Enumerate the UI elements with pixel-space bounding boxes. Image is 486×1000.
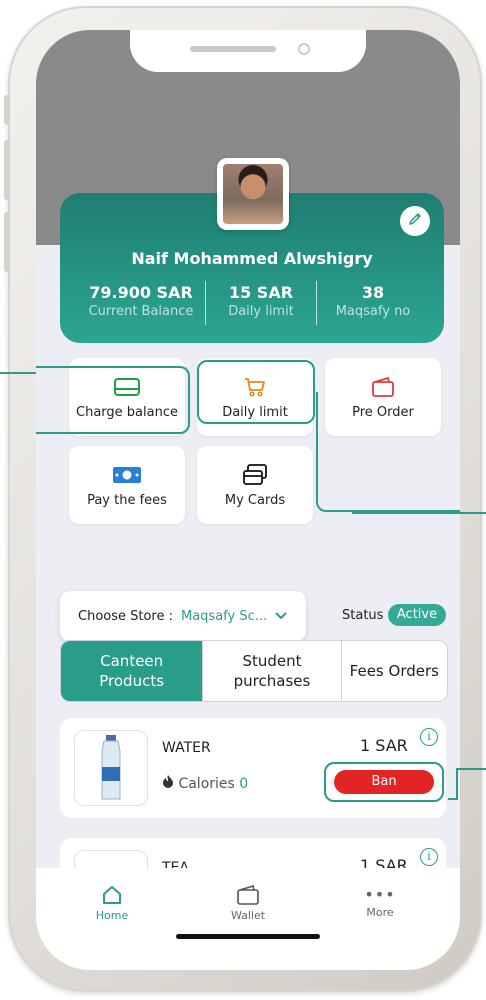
wallet-icon [208, 884, 288, 909]
product-card: WATER Calories 0 1 SAR i Ban [60, 718, 446, 818]
my-cards-button[interactable]: My Cards [197, 446, 313, 524]
phone-side-button [4, 212, 10, 272]
callout-highlight [324, 762, 444, 802]
speaker-grille [190, 46, 276, 52]
stat-label: Daily limit [228, 304, 294, 319]
camera-icon [298, 43, 310, 55]
nav-more[interactable]: ••• More [340, 884, 420, 919]
student-name: Naif Mohammed Alwshigry [131, 249, 373, 268]
tab-bar: Canteen Products Student purchases Fees … [60, 640, 448, 702]
callout-line [0, 372, 40, 374]
cards-icon [242, 463, 268, 487]
phone-side-button [4, 95, 10, 125]
stat-value: 79.900 SAR [89, 283, 193, 302]
store-label: Choose Store : [78, 608, 173, 624]
tile-label: Pay the fees [87, 492, 167, 508]
callout-line [352, 512, 486, 514]
phone-notch [130, 30, 366, 72]
stat-label: Current Balance [88, 304, 194, 319]
phone-side-button [4, 140, 10, 200]
product-price: 1 SAR [360, 736, 408, 755]
chevron-down-icon [275, 609, 287, 624]
callout-line [456, 768, 486, 770]
nav-label: Wallet [230, 909, 266, 922]
stat-value: 15 SAR [228, 283, 294, 302]
more-icon: ••• [364, 885, 396, 904]
tile-label: My Cards [224, 492, 286, 508]
pencil-icon [407, 211, 423, 231]
status-label: Status [342, 608, 384, 623]
callout-highlight [197, 360, 315, 424]
stat-current-balance: 79.900 SAR Current Balance [78, 283, 204, 319]
product-calories: Calories 0 [162, 774, 248, 792]
edit-button[interactable] [400, 206, 430, 236]
bottom-navigation: Home Wallet ••• More [36, 868, 460, 970]
avatar-photo [223, 164, 283, 224]
status-badge: Active [388, 604, 446, 626]
tab-canteen-products[interactable]: Canteen Products [61, 641, 203, 701]
store-selector[interactable]: Choose Store : Maqsafy Sc... [60, 591, 306, 641]
nav-label: Home [95, 909, 129, 922]
store-value: Maqsafy Sc... [181, 608, 268, 624]
callout-highlight [36, 366, 190, 434]
tab-student-purchases[interactable]: Student purchases [202, 641, 340, 701]
stat-label: Maqsafy no [335, 304, 411, 319]
app-screen: Naif Mohammed Alwshigry 79.900 SAR Curre… [36, 30, 460, 970]
product-image [74, 730, 148, 806]
tab-fees-orders[interactable]: Fees Orders [340, 641, 447, 701]
nav-label: More [366, 906, 394, 919]
avatar[interactable] [217, 158, 289, 230]
calories-value: 0 [239, 776, 249, 792]
home-indicator[interactable] [176, 934, 320, 939]
info-icon[interactable]: i [420, 728, 438, 746]
callout-highlight [316, 392, 460, 512]
pay-fees-button[interactable]: Pay the fees [69, 446, 185, 524]
stat-daily-limit: 15 SAR Daily limit [206, 283, 316, 319]
stat-maqsafy-no: 38 Maqsafy no [317, 283, 429, 319]
home-icon [72, 884, 152, 909]
callout-line [448, 798, 458, 800]
info-icon[interactable]: i [420, 848, 438, 866]
flame-icon [162, 775, 178, 792]
cash-icon [112, 463, 142, 487]
nav-wallet[interactable]: Wallet [208, 884, 288, 922]
stat-value: 38 [361, 283, 385, 302]
product-name: WATER [162, 740, 211, 756]
callout-line [456, 768, 458, 800]
nav-home[interactable]: Home [72, 884, 152, 922]
calories-label: Calories [178, 776, 235, 792]
